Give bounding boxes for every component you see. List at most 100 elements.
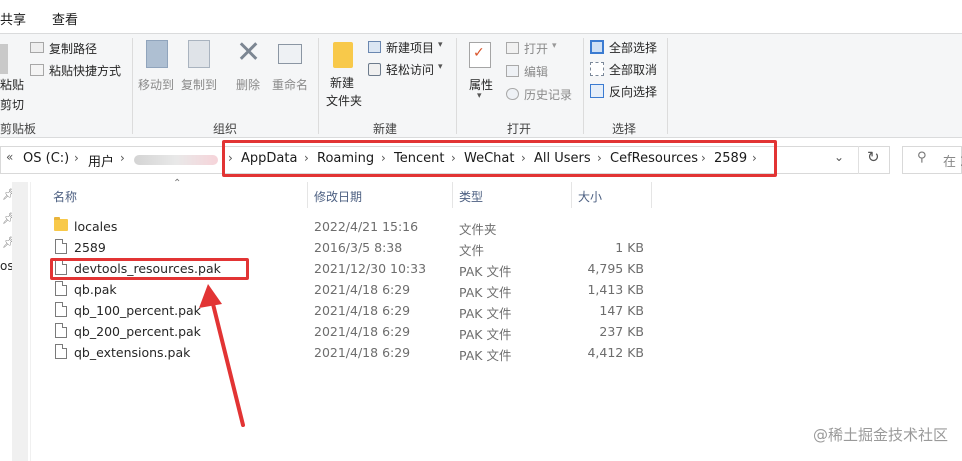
breadcrumb-users[interactable]: 用户 (88, 151, 114, 170)
file-modified: 2021/4/18 6:29 (314, 303, 411, 318)
breadcrumb-all-users[interactable]: All Users (534, 151, 591, 166)
copy-path-button[interactable]: 复制路径 (49, 40, 97, 57)
paste-shortcut-button[interactable]: 粘贴快捷方式 (49, 62, 121, 79)
paste-shortcut-icon (30, 64, 44, 76)
file-type: PAK 文件 (459, 348, 512, 363)
file-size: 4,412 KB (587, 345, 644, 360)
file-type: 文件夹 (459, 222, 497, 237)
column-divider[interactable] (307, 182, 308, 208)
file-size: 4,795 KB (587, 261, 644, 276)
new-folder-button-line2[interactable]: 文件夹 (326, 92, 362, 109)
file-row-qb-200-percent[interactable]: qb_200_percent.pak 2021/4/18 6:29 PAK 文件… (50, 321, 650, 342)
select-none-button[interactable]: 全部取消 (609, 61, 657, 78)
breadcrumb-cefresources[interactable]: CefResources (610, 151, 698, 166)
file-row-qb[interactable]: qb.pak 2021/4/18 6:29 PAK 文件 1,413 KB (50, 279, 650, 300)
file-icon (55, 281, 67, 296)
file-highlight-box (50, 258, 249, 280)
nav-scrollbar[interactable] (12, 182, 28, 461)
file-modified: 2021/4/18 6:29 (314, 282, 411, 297)
chevron-right-icon[interactable]: › (521, 151, 526, 165)
address-divider (858, 146, 859, 174)
breadcrumb-wechat[interactable]: WeChat (464, 151, 514, 166)
history-button[interactable]: 历史记录 (524, 86, 572, 103)
rename-button[interactable]: 重命名 (272, 76, 308, 93)
chevron-right-icon[interactable]: › (597, 151, 602, 165)
chevron-right-icon[interactable]: › (228, 151, 233, 165)
column-divider[interactable] (452, 182, 453, 208)
chevron-right-icon[interactable]: › (120, 151, 125, 165)
paste-button[interactable]: 粘贴 (0, 76, 24, 93)
chevron-down-icon[interactable]: ▾ (438, 62, 443, 72)
chevron-right-icon[interactable]: › (381, 151, 386, 165)
column-header-size[interactable]: 大小 (578, 188, 602, 205)
file-type: PAK 文件 (459, 327, 512, 342)
file-row-locales[interactable]: locales 2022/4/21 15:16 文件夹 (50, 216, 650, 237)
file-type: PAK 文件 (459, 306, 512, 321)
new-folder-button-line1[interactable]: 新建 (330, 74, 354, 91)
breadcrumb-appdata[interactable]: AppData (241, 151, 297, 166)
open-button[interactable]: 打开 (524, 40, 548, 57)
select-all-button[interactable]: 全部选择 (609, 39, 657, 56)
column-header-modified[interactable]: 修改日期 (314, 188, 362, 205)
file-row-qb-extensions[interactable]: qb_extensions.pak 2021/4/18 6:29 PAK 文件 … (50, 342, 650, 363)
file-name[interactable]: qb_extensions.pak (74, 345, 190, 360)
file-icon (55, 302, 67, 317)
chevron-down-icon[interactable]: ▾ (552, 41, 557, 51)
blurred-username[interactable] (134, 155, 218, 165)
sort-up-icon: ⌃ (173, 178, 182, 189)
rename-icon (278, 44, 302, 64)
breadcrumb-tencent[interactable]: Tencent (394, 151, 444, 166)
paste-icon[interactable] (0, 44, 8, 74)
delete-button[interactable]: 删除 (236, 76, 260, 93)
check-icon: ✓ (473, 45, 485, 61)
new-item-button[interactable]: 新建项目 (386, 39, 434, 56)
file-modified: 2021/4/18 6:29 (314, 345, 411, 360)
file-modified: 2016/3/5 8:38 (314, 240, 403, 255)
chevron-down-icon[interactable]: ▾ (477, 91, 482, 101)
column-header-type[interactable]: 类型 (459, 188, 483, 205)
edit-button[interactable]: 编辑 (524, 63, 548, 80)
select-none-icon (590, 62, 604, 76)
select-all-icon (590, 40, 604, 54)
chevron-right-icon[interactable]: › (451, 151, 456, 165)
column-divider[interactable] (651, 182, 652, 208)
move-to-button[interactable]: 移动到 (138, 76, 174, 93)
breadcrumb-roaming[interactable]: Roaming (317, 151, 374, 166)
chevron-right-icon[interactable]: › (74, 151, 79, 165)
chevron-right-icon[interactable]: › (752, 151, 757, 165)
file-row-2589[interactable]: 2589 2016/3/5 8:38 文件 1 KB (50, 237, 650, 258)
refresh-icon[interactable]: ↻ (867, 148, 880, 166)
chevron-down-icon[interactable]: ▾ (438, 40, 443, 50)
cut-button[interactable]: 剪切 (0, 96, 24, 113)
search-icon: ⚲ (917, 150, 927, 165)
breadcrumb-2589[interactable]: 2589 (714, 151, 747, 166)
invert-selection-button[interactable]: 反向选择 (609, 83, 657, 100)
file-name[interactable]: locales (74, 219, 117, 234)
address-history-dropdown-icon[interactable]: ⌄ (834, 150, 844, 164)
tab-share[interactable]: 共享 (0, 9, 26, 28)
file-row-qb-100-percent[interactable]: qb_100_percent.pak 2021/4/18 6:29 PAK 文件… (50, 300, 650, 321)
file-name[interactable]: 2589 (74, 240, 106, 255)
breadcrumb-os-c[interactable]: OS (C:) (23, 151, 69, 166)
chevron-right-icon[interactable]: › (304, 151, 309, 165)
group-label-organize: 组织 (213, 122, 238, 136)
copy-path-icon (30, 42, 44, 53)
easy-access-button[interactable]: 轻松访问 (386, 61, 434, 78)
column-header-name[interactable]: 名称 (53, 188, 77, 205)
file-size: 237 KB (599, 324, 644, 339)
file-icon (55, 323, 67, 338)
file-modified: 2022/4/21 15:16 (314, 219, 419, 234)
new-item-icon (368, 41, 381, 53)
watermark: @稀土掘金技术社区 (812, 426, 948, 444)
overflow-chevron-icon[interactable]: « (6, 150, 13, 164)
search-placeholder[interactable]: 在 2 (943, 151, 962, 170)
file-size: 147 KB (599, 303, 644, 318)
column-divider[interactable] (571, 182, 572, 208)
edit-icon (506, 65, 519, 77)
ribbon-separator (132, 38, 133, 134)
file-name[interactable]: qb.pak (74, 282, 117, 297)
chevron-right-icon[interactable]: › (701, 151, 706, 165)
copy-to-button[interactable]: 复制到 (181, 76, 217, 93)
tab-view[interactable]: 查看 (52, 9, 78, 28)
ribbon-separator (583, 38, 584, 134)
